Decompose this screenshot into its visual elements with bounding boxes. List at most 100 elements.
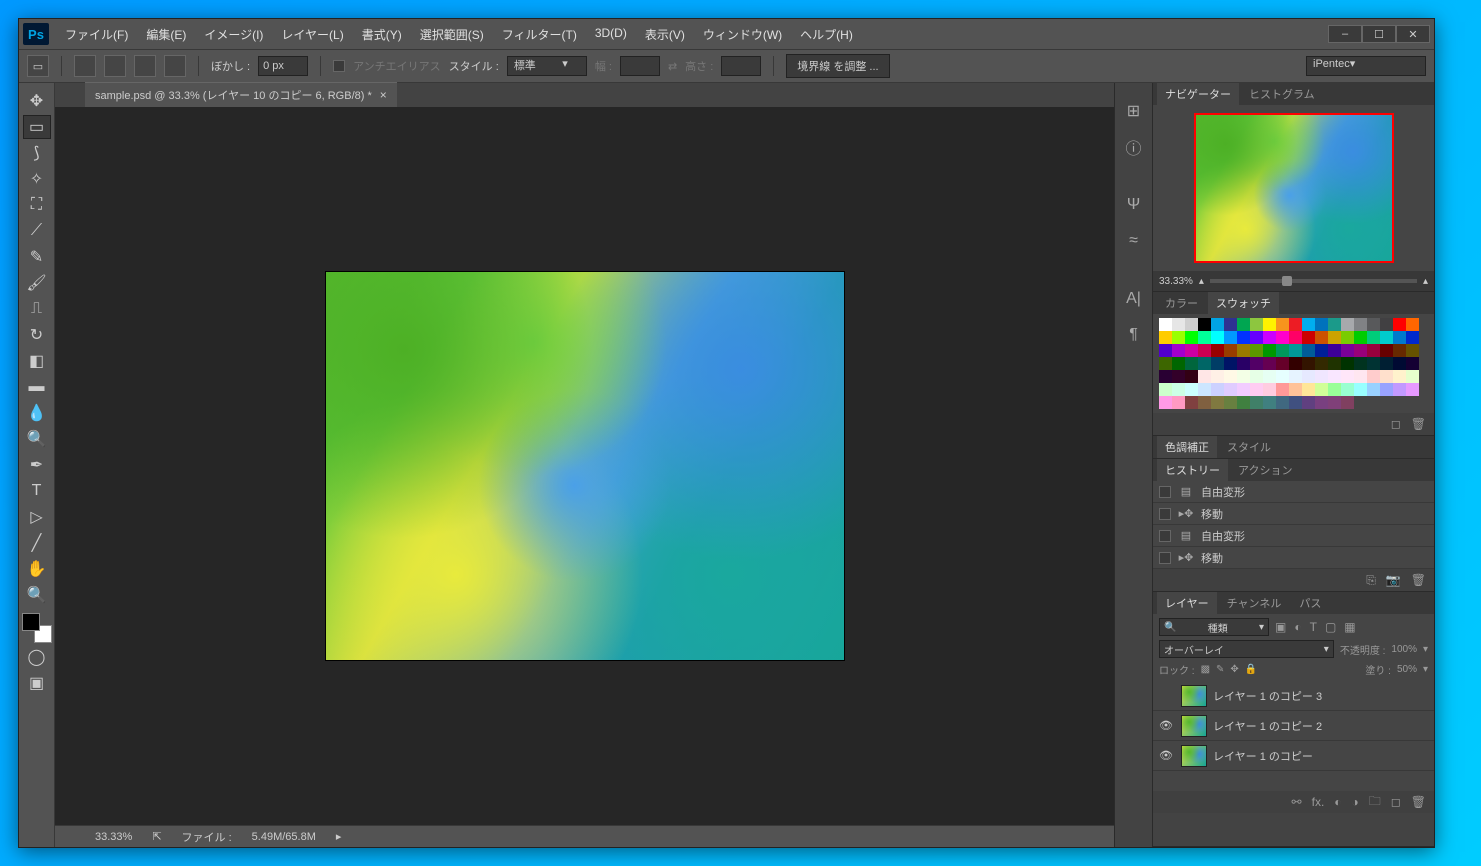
delete-swatch-icon[interactable]: 🗑 (1411, 417, 1426, 431)
brushes-icon[interactable]: Ψ (1122, 193, 1146, 217)
swatch[interactable] (1380, 331, 1393, 344)
swatch[interactable] (1341, 331, 1354, 344)
menu-item[interactable]: ウィンドウ(W) (695, 22, 790, 47)
color-swatch[interactable] (22, 613, 52, 643)
layer-item[interactable]: 👁レイヤー 1 のコピー (1153, 741, 1434, 771)
swatch[interactable] (1367, 344, 1380, 357)
swatch[interactable] (1159, 331, 1172, 344)
swatch[interactable] (1172, 383, 1185, 396)
menu-item[interactable]: ヘルプ(H) (792, 22, 861, 47)
swatch[interactable] (1250, 396, 1263, 409)
menu-item[interactable]: 編集(E) (138, 22, 194, 47)
swatch[interactable] (1302, 344, 1315, 357)
swatch[interactable] (1289, 318, 1302, 331)
swatch[interactable] (1263, 396, 1276, 409)
layer-mask-icon[interactable]: ◐ (1334, 795, 1341, 809)
swatch[interactable] (1198, 344, 1211, 357)
tab-color[interactable]: カラー (1157, 292, 1206, 314)
swatch[interactable] (1172, 344, 1185, 357)
swatch[interactable] (1237, 370, 1250, 383)
swatch[interactable] (1185, 357, 1198, 370)
layer-filter-select[interactable]: 🔍 種類 ▾ (1159, 618, 1269, 636)
menu-item[interactable]: ファイル(F) (57, 22, 136, 47)
style-select[interactable]: 標準▾ (507, 56, 587, 76)
swatch[interactable] (1211, 396, 1224, 409)
swatch[interactable] (1211, 370, 1224, 383)
swatch[interactable] (1198, 331, 1211, 344)
swatch[interactable] (1328, 396, 1341, 409)
swatch[interactable] (1185, 344, 1198, 357)
layer-thumbnail[interactable] (1181, 745, 1207, 767)
swatch[interactable] (1224, 318, 1237, 331)
history-checkbox[interactable] (1159, 486, 1171, 498)
adjustment-layer-icon[interactable]: ◑ (1352, 795, 1359, 809)
tab-adjustments[interactable]: 色調補正 (1157, 436, 1217, 458)
history-item[interactable]: ▸✥移動 (1153, 547, 1434, 569)
swatch[interactable] (1159, 344, 1172, 357)
swatch[interactable] (1406, 344, 1419, 357)
swatch[interactable] (1276, 370, 1289, 383)
swatch[interactable] (1354, 344, 1367, 357)
feather-input[interactable] (258, 56, 308, 76)
status-zoom[interactable]: 33.33% (95, 831, 132, 843)
tab-actions[interactable]: アクション (1230, 459, 1300, 481)
swatch[interactable] (1185, 383, 1198, 396)
status-arrow-icon[interactable]: ▸ (336, 830, 342, 843)
swatch[interactable] (1315, 331, 1328, 344)
swatch[interactable] (1289, 357, 1302, 370)
swatch[interactable] (1302, 370, 1315, 383)
delete-layer-icon[interactable]: 🗑 (1411, 795, 1426, 809)
menu-item[interactable]: レイヤー(L) (273, 22, 351, 47)
swatch[interactable] (1250, 318, 1263, 331)
swatch[interactable] (1393, 383, 1406, 396)
dodge-tool[interactable]: 🔍 (23, 427, 51, 451)
layer-group-icon[interactable]: 🗀 (1369, 792, 1381, 813)
swatch[interactable] (1237, 383, 1250, 396)
document-tab[interactable]: sample.psd @ 33.3% (レイヤー 10 のコピー 6, RGB/… (85, 82, 397, 107)
swatch[interactable] (1328, 383, 1341, 396)
stamp-tool[interactable]: ⎍ (23, 297, 51, 321)
swatch[interactable] (1211, 383, 1224, 396)
swatch[interactable] (1276, 318, 1289, 331)
swatch[interactable] (1224, 344, 1237, 357)
lock-transparent-icon[interactable]: ▩ (1201, 664, 1210, 675)
visibility-icon[interactable]: 👁 (1159, 749, 1175, 762)
swatch[interactable] (1172, 396, 1185, 409)
swatch[interactable] (1406, 357, 1419, 370)
swatch[interactable] (1380, 357, 1393, 370)
swatch[interactable] (1367, 331, 1380, 344)
history-snapshot-icon[interactable]: 📷 (1386, 573, 1401, 587)
clone-source-icon[interactable]: ≈ (1122, 229, 1146, 253)
character-icon[interactable]: A| (1122, 287, 1146, 311)
workspace-select[interactable]: iPentec▾ (1306, 56, 1426, 76)
swatch[interactable] (1263, 357, 1276, 370)
swatch[interactable] (1250, 331, 1263, 344)
swatch[interactable] (1211, 318, 1224, 331)
swatch[interactable] (1198, 318, 1211, 331)
info-icon[interactable]: ⓘ (1122, 135, 1146, 159)
visibility-icon[interactable]: 👁 (1159, 719, 1175, 732)
zoom-out-icon[interactable]: ▴ (1199, 276, 1204, 287)
swatch[interactable] (1276, 344, 1289, 357)
swatch[interactable] (1289, 344, 1302, 357)
new-selection-icon[interactable] (74, 55, 96, 77)
swatch[interactable] (1315, 370, 1328, 383)
swatch[interactable] (1367, 357, 1380, 370)
swatch[interactable] (1406, 331, 1419, 344)
swatch[interactable] (1276, 383, 1289, 396)
blur-tool[interactable]: 💧 (23, 401, 51, 425)
canvas[interactable] (326, 272, 844, 660)
tab-navigator[interactable]: ナビゲーター (1157, 83, 1239, 105)
swatch[interactable] (1380, 370, 1393, 383)
swatch[interactable] (1237, 318, 1250, 331)
swatch[interactable] (1250, 370, 1263, 383)
menu-item[interactable]: 表示(V) (637, 22, 693, 47)
swatch[interactable] (1185, 318, 1198, 331)
swatch[interactable] (1159, 370, 1172, 383)
width-input[interactable] (620, 56, 660, 76)
navigator-zoom-value[interactable]: 33.33% (1159, 276, 1193, 287)
swatch[interactable] (1172, 318, 1185, 331)
swatches-grid[interactable] (1153, 314, 1434, 413)
swatch[interactable] (1380, 344, 1393, 357)
refine-edge-button[interactable]: 境界線 を調整 ... (786, 54, 889, 78)
